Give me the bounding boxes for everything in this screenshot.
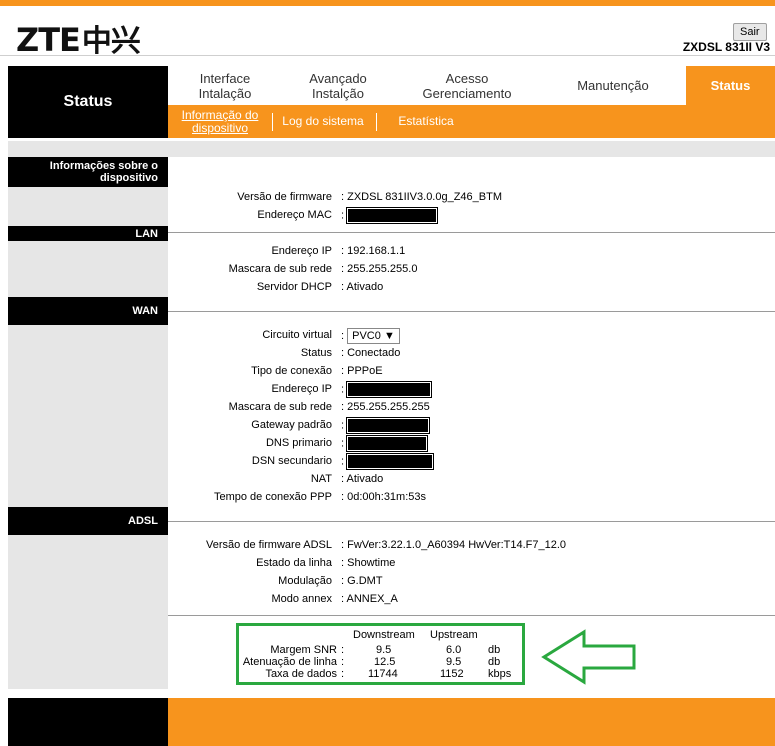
section-title-wan: WAN — [8, 297, 168, 325]
redacted-dns2 — [347, 454, 434, 469]
lan-mask-row: Mascara de sub rede: 255.255.255.0 — [228, 263, 418, 275]
footer-bar — [168, 698, 775, 746]
arrow-left-icon — [541, 629, 636, 685]
stat-up: 1152 — [440, 668, 464, 680]
top-accent-bar — [0, 0, 775, 6]
stat-sep: : — [341, 656, 345, 668]
redacted-ip — [347, 382, 432, 397]
stat-unit: kbps — [488, 668, 512, 680]
virtual-circuit-select[interactable]: PVC0 ▼ — [347, 328, 400, 344]
wan-status-row: Status: Conectado — [300, 347, 401, 359]
subtab-system-log[interactable]: Log do sistema — [276, 105, 370, 138]
lan-ip-row: Endereço IP: 192.168.1.1 — [271, 245, 406, 257]
model-name: ZXDSL 831II V3 — [682, 40, 770, 54]
logout-button[interactable]: Sair — [733, 23, 767, 41]
lan-dhcp-row: Servidor DHCP: Ativado — [256, 281, 384, 293]
section-divider — [168, 311, 775, 312]
tab-acesso-gerenciamento[interactable]: Acesso Gerenciamento — [394, 66, 540, 105]
stat-sep: : — [341, 644, 345, 656]
section-title-device: Informações sobre o dispositivo — [8, 157, 168, 187]
stat-down: 9.5 — [376, 644, 392, 656]
subtab-statistics[interactable]: Estatística — [380, 105, 472, 138]
stat-label: Atenuação de linha — [242, 656, 337, 668]
stat-label: Margem SNR — [270, 644, 337, 656]
header-divider — [0, 55, 775, 56]
sub-tabs: Informação do dispositivo Log do sistema… — [168, 105, 775, 138]
section-divider — [168, 521, 775, 522]
adsl-line-row: Estado da linha: Showtime — [256, 557, 396, 569]
adsl-fw-row: Versão de firmware ADSL: FwVer:3.22.1.0_… — [206, 539, 567, 551]
section-divider — [168, 232, 775, 233]
footer-left — [8, 698, 168, 746]
wan-gateway-row: Gateway padrão: — [168, 418, 768, 433]
stat-down: 11744 — [368, 668, 398, 680]
zte-logo: ZTE中兴 — [16, 21, 141, 59]
section-title-lan: LAN — [8, 226, 168, 241]
redacted-dns1 — [347, 436, 428, 451]
stat-up: 9.5 — [446, 656, 462, 668]
adsl-mod-row: Modulação: G.DMT — [278, 575, 383, 587]
stat-unit: db — [488, 656, 501, 668]
wan-nat-row: NAT: Ativado — [310, 473, 384, 485]
adsl-annex-row: Modo annex: ANNEX_A — [271, 593, 398, 605]
wan-ppp-time-row: Tempo de conexão PPP: 0d:00h:31m:53s — [213, 491, 427, 503]
firmware-row: Versão de firmware: ZXDSL 831IIV3.0.0g_Z… — [237, 191, 503, 203]
tab-status[interactable]: Status — [686, 66, 775, 105]
wan-mask-row: Mascara de sub rede: 255.255.255.255 — [228, 401, 430, 413]
page-title: Status — [8, 66, 168, 138]
redacted-gateway — [347, 418, 430, 433]
stat-label: Taxa de dados — [265, 668, 337, 680]
stat-unit: db — [488, 644, 501, 656]
tab-avancado-instalacao[interactable]: Avançado Instalção — [282, 66, 394, 105]
content-top-band — [8, 141, 775, 157]
section-divider — [168, 615, 775, 616]
mac-row: Endereço MAC: — [168, 208, 768, 223]
col-upstream: Upstream — [430, 629, 478, 641]
stat-up: 6.0 — [446, 644, 462, 656]
tab-manutencao[interactable]: Manutenção — [540, 66, 686, 105]
main-tabs: Interface Intalação Avançado Instalção A… — [168, 66, 775, 105]
tab-interface-instalacao[interactable]: Interface Intalação — [168, 66, 282, 105]
subtab-device-info[interactable]: Informação do dispositivo — [174, 105, 266, 138]
section-title-adsl: ADSL — [8, 507, 168, 535]
wan-dns2-row: DSN secundario: — [168, 454, 768, 469]
wan-vc-row: Circuito virtual: PVC0 ▼ — [168, 328, 768, 344]
redacted-mac — [347, 208, 438, 223]
col-downstream: Downstream — [353, 629, 415, 641]
wan-conn-type-row: Tipo de conexão: PPPoE — [251, 365, 383, 377]
wan-dns1-row: DNS primario: — [168, 436, 768, 451]
stat-sep: : — [341, 668, 345, 680]
subtab-separator — [272, 113, 273, 131]
subtab-separator — [376, 113, 377, 131]
stat-down: 12.5 — [374, 656, 396, 668]
wan-ip-row: Endereço IP: — [168, 382, 768, 397]
dropdown-arrow-icon: ▼ — [383, 330, 395, 342]
